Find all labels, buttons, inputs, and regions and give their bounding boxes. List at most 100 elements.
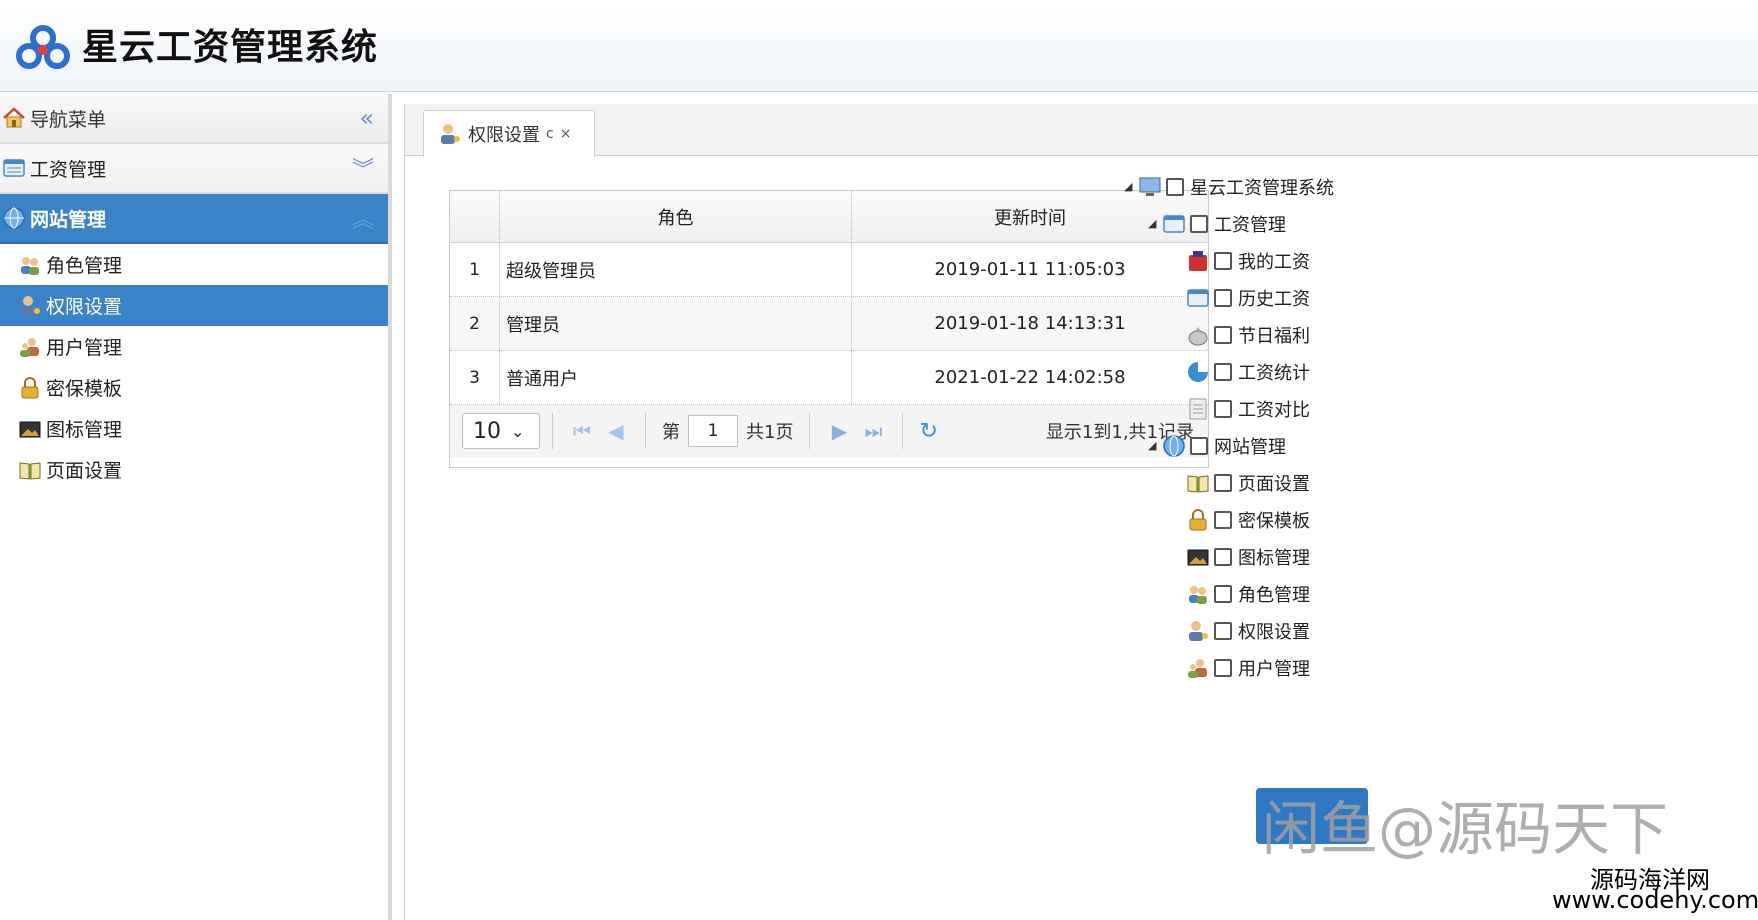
pager-separator (645, 413, 646, 449)
wallet-icon (1189, 250, 1207, 271)
tree-node-users[interactable]: 用户管理 (1186, 649, 1310, 686)
tree-node-label: 密保模板 (1238, 510, 1310, 532)
tab-bar: 权限设置 c × (405, 104, 1758, 157)
chevron-down-icon[interactable]: ︾ (352, 152, 374, 184)
tree-node-holiday-benefits[interactable]: 节日福利 (1186, 316, 1310, 353)
tree-node-label: 权限设置 (1238, 621, 1310, 643)
row-time: 2019-01-18 14:13:31 (934, 313, 1126, 334)
page-number-input[interactable]: 1 (688, 415, 738, 447)
tree-node-website[interactable]: ◢ 网站管理 (1148, 427, 1286, 464)
tree-checkbox[interactable] (1214, 621, 1232, 640)
table-row[interactable]: 1 超级管理员 2019-01-11 11:05:03 (450, 243, 1208, 297)
sidebar-item-users[interactable]: 用户管理 (0, 326, 388, 367)
tree-toggle-icon[interactable]: ◢ (1148, 439, 1162, 452)
sidebar-group-website[interactable]: 网站管理 ︽ (0, 194, 388, 244)
sidebar-item-permissions[interactable]: 权限设置 (0, 285, 388, 326)
users-icon (1189, 585, 1207, 604)
tree-checkbox[interactable] (1190, 214, 1208, 233)
sidebar-group-salary[interactable]: 工资管理 ︾ (0, 144, 388, 194)
user-key-icon (21, 295, 40, 316)
sidebar-item-icons[interactable]: 图标管理 (0, 408, 388, 449)
table-row[interactable]: 2 管理员 2019-01-18 14:13:31 (450, 297, 1208, 351)
page-size-select[interactable]: 10 ⌄ (462, 413, 540, 449)
tree-checkbox[interactable] (1214, 399, 1232, 418)
tree-node-label: 网站管理 (1214, 436, 1286, 458)
tree-node-roles[interactable]: 角色管理 (1186, 575, 1310, 612)
book-icon (1187, 474, 1209, 493)
sidebar-group-label: 网站管理 (30, 208, 107, 231)
tree-node-salary-compare[interactable]: 工资对比 (1186, 390, 1310, 427)
tab-permissions[interactable]: 权限设置 c × (423, 110, 595, 157)
sidebar-item-roles[interactable]: 角色管理 (0, 244, 388, 285)
tree-checkbox[interactable] (1214, 510, 1232, 529)
lock-icon (1189, 508, 1207, 530)
tree-checkbox[interactable] (1214, 547, 1232, 566)
tree-node-label: 星云工资管理系统 (1190, 177, 1334, 199)
document-icon (1189, 398, 1207, 419)
tree-toggle-icon[interactable]: ◢ (1124, 180, 1138, 193)
tab-refresh-icon[interactable]: c (546, 126, 554, 142)
pie-chart-icon (1188, 361, 1208, 382)
app-header: 星云工资管理系统 (0, 0, 1758, 92)
nav-menu-title: 导航菜单 (30, 108, 107, 131)
users-icon (21, 256, 39, 275)
pagination-bar: 10 ⌄ ⏮ ◀ 第 1 共1页 ▶ ⏭ ↻ 显示1到1,共1记录 (450, 405, 1208, 457)
sidebar-item-label: 图标管理 (46, 419, 123, 441)
sidebar-item-page-settings[interactable]: 页面设置 (0, 449, 388, 490)
pager-separator (902, 413, 904, 449)
sidebar: 导航菜单 « 工资管理 ︾ 网站管理 ︽ 角色管理 权限设置 用户管理 密保模板… (0, 94, 392, 920)
tab-close-icon[interactable]: × (560, 126, 572, 142)
row-role: 超级管理员 (500, 243, 852, 296)
tree-checkbox[interactable] (1214, 658, 1232, 677)
tree-checkbox[interactable] (1214, 473, 1232, 492)
prev-page-icon[interactable]: ◀ (599, 419, 633, 443)
tree-node-page-settings[interactable]: 页面设置 (1186, 464, 1310, 501)
tree-node-my-salary[interactable]: 我的工资 (1186, 242, 1310, 279)
tree-node-label: 历史工资 (1238, 288, 1310, 310)
tree-checkbox[interactable] (1214, 325, 1232, 344)
tree-checkbox[interactable] (1190, 436, 1208, 455)
tree-checkbox[interactable] (1166, 177, 1184, 196)
row-time: 2021-01-22 14:02:58 (934, 367, 1126, 388)
tree-node-permissions[interactable]: 权限设置 (1186, 612, 1310, 649)
tree-node-salary[interactable]: ◢ 工资管理 (1148, 205, 1286, 242)
user-key-icon (441, 124, 460, 144)
calendar-icon (3, 159, 25, 177)
next-page-icon[interactable]: ▶ (822, 419, 856, 443)
tree-node-label: 角色管理 (1238, 584, 1310, 606)
home-icon (3, 107, 25, 128)
tree-checkbox[interactable] (1214, 362, 1232, 381)
grid-header-role[interactable]: 角色 (500, 191, 852, 242)
collapse-left-icon[interactable]: « (359, 104, 374, 132)
chevron-down-icon: ⌄ (511, 421, 525, 441)
refresh-icon[interactable]: ↻ (919, 419, 937, 444)
tree-checkbox[interactable] (1214, 251, 1232, 270)
watermark-text: 闲鱼@源码天下 (1262, 795, 1669, 863)
row-number: 1 (450, 243, 500, 296)
first-page-icon[interactable]: ⏮ (565, 419, 599, 443)
tree-node-icons[interactable]: 图标管理 (1186, 538, 1310, 575)
last-page-icon[interactable]: ⏭ (856, 419, 890, 443)
tree-toggle-icon[interactable]: ◢ (1148, 217, 1162, 230)
tree-node-root[interactable]: ◢ 星云工资管理系统 (1124, 168, 1334, 205)
tree-checkbox[interactable] (1214, 584, 1232, 603)
tree-node-label: 图标管理 (1238, 547, 1310, 569)
tree-node-history-salary[interactable]: 历史工资 (1186, 279, 1310, 316)
sidebar-item-label: 页面设置 (46, 460, 123, 482)
table-row[interactable]: 3 普通用户 2021-01-22 14:02:58 (450, 351, 1208, 405)
row-time: 2019-01-11 11:05:03 (934, 259, 1126, 280)
chevron-up-icon[interactable]: ︽ (352, 202, 374, 234)
tree-node-label: 节日福利 (1238, 325, 1310, 347)
grid-header: 角色 更新时间 (450, 191, 1208, 243)
tree-node-label: 页面设置 (1238, 473, 1310, 495)
money-bag-icon (1188, 326, 1208, 345)
tree-checkbox[interactable] (1214, 288, 1232, 307)
tree-node-security-template[interactable]: 密保模板 (1186, 501, 1310, 538)
row-number: 2 (450, 297, 500, 350)
sidebar-item-label: 用户管理 (46, 337, 123, 359)
cloud-logo-icon (16, 25, 70, 69)
tree-node-salary-stats[interactable]: 工资统计 (1186, 353, 1310, 390)
page-size-value: 10 (473, 418, 501, 444)
sidebar-item-security-template[interactable]: 密保模板 (0, 367, 388, 408)
sidebar-item-label: 角色管理 (46, 255, 123, 277)
